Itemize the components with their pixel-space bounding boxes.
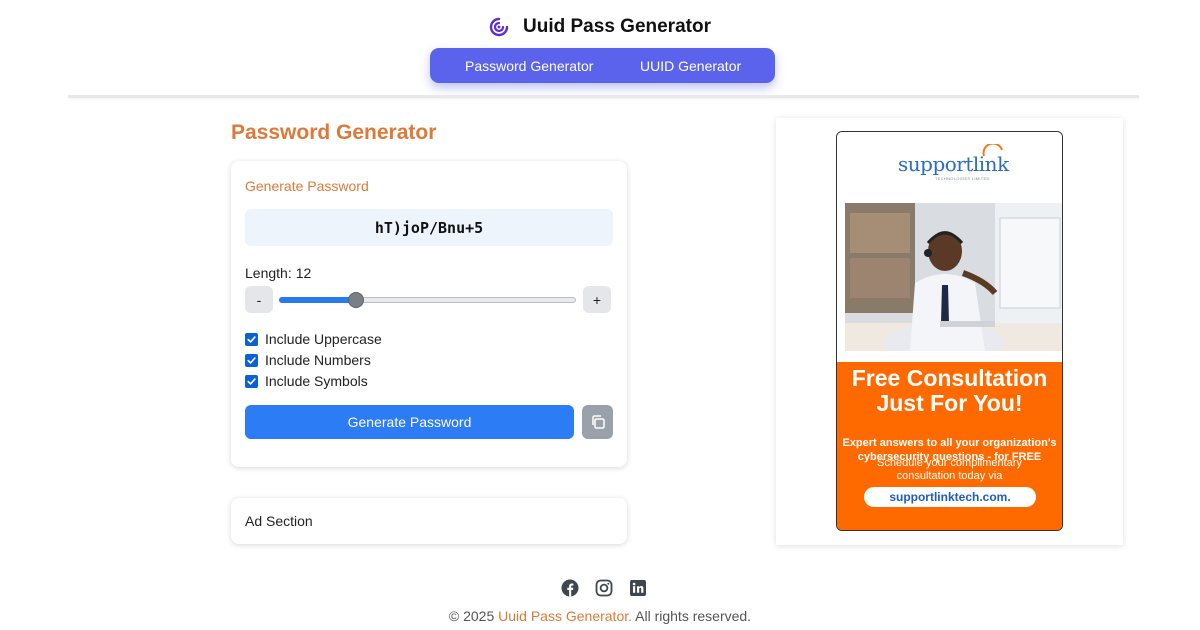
generated-password-display[interactable]: hT)joP/Bnu+5: [245, 209, 613, 246]
slider-fill: [279, 297, 357, 303]
option-numbers-label: Include Numbers: [265, 352, 371, 368]
app-header: Uuid Pass Generator: [0, 16, 1200, 38]
facebook-icon[interactable]: [561, 579, 579, 597]
generator-card-title: Generate Password: [245, 178, 369, 194]
copyright-prefix: © 2025: [448, 608, 499, 624]
option-symbols-label: Include Symbols: [265, 373, 368, 389]
option-numbers[interactable]: Include Numbers: [245, 352, 371, 368]
ad-sched-line-1: Schedule your complimentary: [877, 457, 1022, 469]
ad-schedule-text: Schedule your complimentary consultation…: [837, 457, 1062, 483]
slider-thumb[interactable]: [348, 292, 365, 308]
ad-headline-line-2: Just For You!: [876, 390, 1023, 416]
swirl-logo-icon: [489, 17, 509, 37]
social-links: [561, 579, 647, 597]
ad-brand: supportlink: [898, 152, 1009, 176]
ad-section-card: Ad Section: [231, 498, 627, 544]
ad-headline: Free Consultation Just For You!: [837, 366, 1062, 416]
length-increase-button[interactable]: +: [583, 286, 611, 313]
main-nav: Password Generator UUID Generator: [430, 48, 775, 83]
tab-uuid-generator[interactable]: UUID Generator: [640, 58, 741, 74]
option-uppercase-label: Include Uppercase: [265, 331, 382, 347]
checkbox-symbols[interactable]: [245, 374, 258, 388]
length-slider[interactable]: [279, 292, 576, 308]
app-title: Uuid Pass Generator: [523, 16, 711, 37]
ad-brand-sub: TECHNOLOGIES LIMITED: [935, 176, 990, 181]
copyright-text: © 2025 Uuid Pass Generator. All rights r…: [0, 608, 1200, 624]
page-title: Password Generator: [231, 121, 437, 144]
instagram-icon[interactable]: [595, 579, 613, 597]
ad-sched-line-2: consultation today via: [896, 470, 1003, 482]
generate-password-button[interactable]: Generate Password: [245, 405, 574, 439]
option-uppercase[interactable]: Include Uppercase: [245, 331, 382, 347]
length-label: Length: 12: [245, 265, 311, 281]
copy-icon: [591, 415, 605, 429]
checkbox-numbers[interactable]: [245, 353, 258, 367]
ad-url-button[interactable]: supportlinktech.com.: [864, 487, 1036, 507]
ad-photo-support-agent: [845, 203, 1062, 351]
ad-banner[interactable]: supportlink TECHNOLOGIES LIMITED Free Co…: [836, 131, 1063, 531]
length-label-text: Length:: [245, 265, 292, 281]
option-symbols[interactable]: Include Symbols: [245, 373, 368, 389]
length-decrease-button[interactable]: -: [245, 286, 273, 313]
copy-password-button[interactable]: [582, 405, 613, 439]
header-divider: [68, 95, 1139, 98]
copyright-suffix: All rights reserved.: [632, 608, 752, 624]
ad-section-label: Ad Section: [245, 513, 313, 529]
linkedin-icon[interactable]: [629, 579, 647, 597]
copyright-brand-link[interactable]: Uuid Pass Generator.: [498, 608, 632, 624]
length-value: 12: [295, 265, 312, 281]
checkbox-uppercase[interactable]: [245, 332, 258, 346]
tab-password-generator[interactable]: Password Generator: [465, 58, 593, 74]
ad-headline-line-1: Free Consultation: [851, 365, 1048, 391]
generator-card: Generate Password hT)joP/Bnu+5 Length: 12…: [231, 161, 627, 467]
ad-sub-line-1: Expert answers to all your organization'…: [842, 437, 1057, 449]
